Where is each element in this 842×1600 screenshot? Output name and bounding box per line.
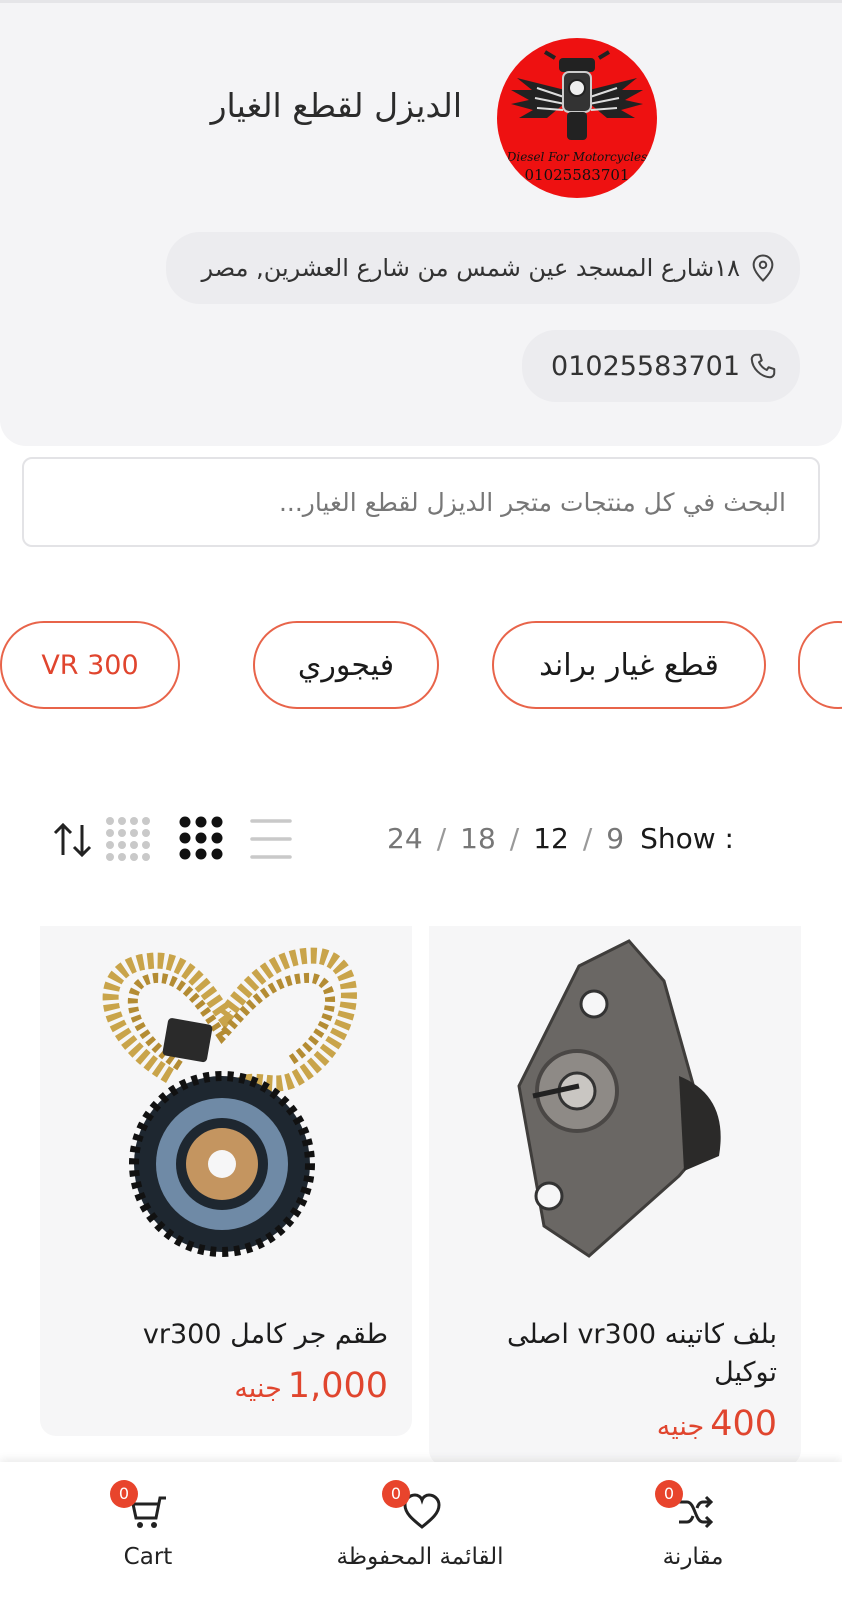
price-currency: جنيه: [234, 1373, 282, 1404]
nav-wishlist-label: القائمة المحفوظة: [336, 1544, 504, 1570]
product-name[interactable]: بلف كاتينه vr300 اصلى توكيل: [457, 1316, 777, 1392]
bottom-nav: 0 مقارنة 0 القائمة المحفوظة 0 Cart: [0, 1462, 842, 1600]
category-chip-vr300[interactable]: VR 300: [0, 621, 180, 709]
list-view-icon[interactable]: [248, 815, 294, 865]
category-chip-label: فيجوري: [297, 647, 395, 683]
wishlist-count-badge: 0: [382, 1480, 410, 1508]
sort-icon[interactable]: [52, 815, 94, 865]
search-input[interactable]: [24, 459, 818, 545]
location-pin-icon: [752, 254, 774, 282]
phone-icon: [750, 353, 776, 379]
cart-count-badge: 0: [110, 1480, 138, 1508]
category-chip-label: VR 300: [41, 649, 139, 681]
address-text: ١٨شارع المسجد عين شمس من شارع العشرين, م…: [201, 254, 740, 282]
store-header: Diesel For Motorcycles 01025583701 الديز…: [0, 0, 842, 446]
category-chip-vigory[interactable]: فيجوري: [253, 621, 439, 709]
nav-cart-label: Cart: [123, 1544, 173, 1570]
per-page-option-24[interactable]: 24: [387, 822, 423, 855]
category-chip-label: قطع غيار براند: [539, 647, 719, 683]
show-label: Show :: [640, 821, 734, 855]
per-page-option-12[interactable]: 12: [533, 822, 569, 855]
product-search[interactable]: [22, 457, 820, 547]
compare-count-badge: 0: [655, 1480, 683, 1508]
phone-text: 01025583701: [551, 350, 740, 382]
store-title: الديزل لقطع الغيار: [210, 86, 462, 125]
top-divider: [0, 0, 842, 3]
product-price: 400جنيه: [657, 1404, 777, 1444]
separator: /: [582, 821, 593, 855]
product-image: [40, 926, 412, 1306]
store-phone[interactable]: 01025583701: [522, 330, 800, 402]
grid-4-icon[interactable]: [104, 815, 154, 865]
nav-wishlist[interactable]: 0 القائمة المحفوظة: [290, 1462, 550, 1600]
logo-text-line2: 01025583701: [524, 166, 630, 184]
per-page-selector: 24 / 18 / 12 / 9 Show :: [387, 816, 734, 860]
separator: /: [436, 821, 447, 855]
product-card[interactable]: طقم جر كامل vr300 1,000جنيه: [40, 926, 412, 1436]
category-chip-partial[interactable]: [798, 621, 842, 709]
product-image: [429, 926, 801, 1306]
product-price: 1,000جنيه: [234, 1366, 388, 1406]
per-page-option-9[interactable]: 9: [606, 822, 624, 855]
separator: /: [509, 821, 520, 855]
per-page-option-18[interactable]: 18: [460, 822, 496, 855]
nav-compare[interactable]: 0 مقارنة: [563, 1462, 823, 1600]
nav-cart[interactable]: 0 Cart: [18, 1462, 278, 1600]
product-card[interactable]: بلف كاتينه vr300 اصلى توكيل 400جنيه: [429, 926, 801, 1466]
price-currency: جنيه: [656, 1411, 705, 1442]
price-amount: 1,000: [287, 1366, 388, 1406]
grid-3-icon[interactable]: [178, 815, 224, 865]
price-amount: 400: [710, 1404, 777, 1444]
category-chip-brand-parts[interactable]: قطع غيار براند: [492, 621, 766, 709]
store-address[interactable]: ١٨شارع المسجد عين شمس من شارع العشرين, م…: [166, 232, 800, 304]
product-name[interactable]: طقم جر كامل vr300: [68, 1316, 388, 1354]
nav-compare-label: مقارنة: [662, 1544, 724, 1570]
store-logo: Diesel For Motorcycles 01025583701: [497, 38, 657, 198]
logo-text-line1: Diesel For Motorcycles: [506, 150, 648, 164]
